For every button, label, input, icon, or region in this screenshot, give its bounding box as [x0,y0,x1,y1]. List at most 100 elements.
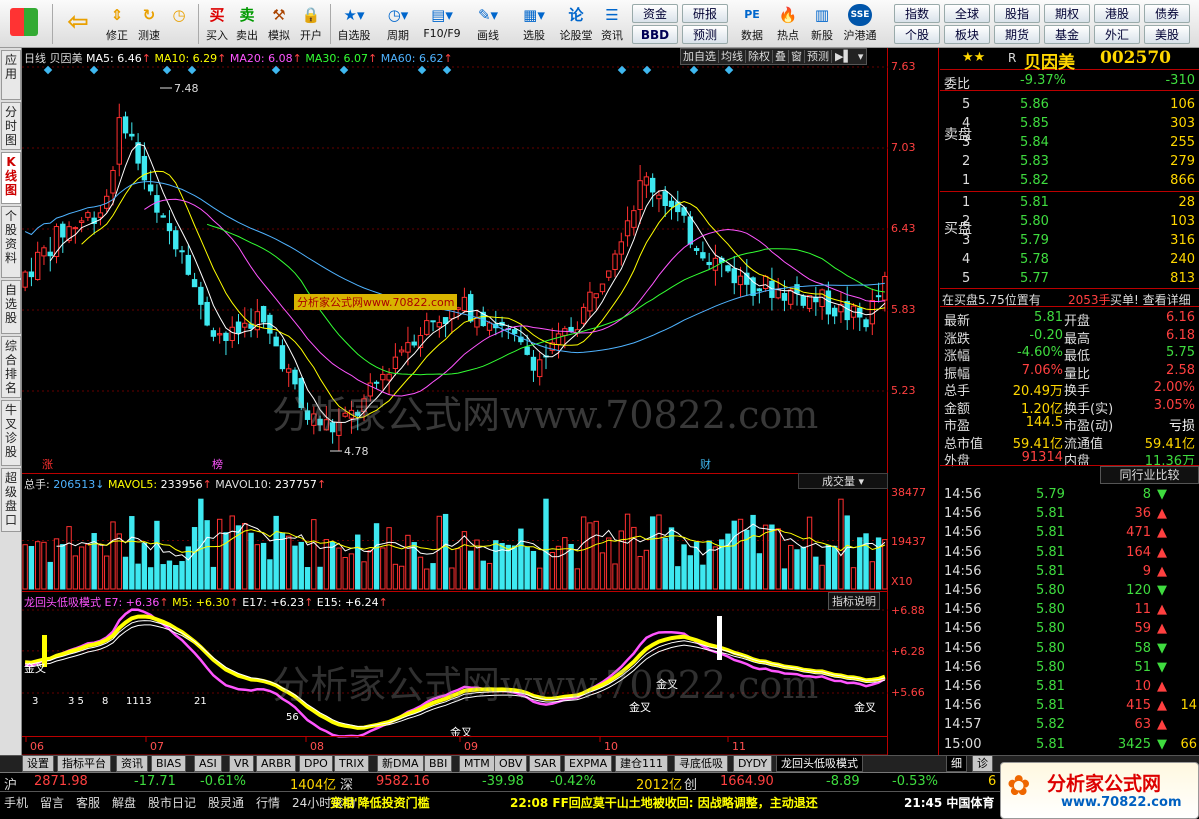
open-account-button[interactable]: 🔒 开户 [296,2,326,46]
forecast-button[interactable]: 预测 [805,50,832,63]
speed-test-button[interactable]: ↻ 测速 [134,2,164,46]
hot-button[interactable]: 🔥 热点 [772,2,804,46]
windows-logo-icon[interactable] [4,2,44,46]
new-stock-button[interactable]: ▥ 新股 [806,2,838,46]
back-arrow-icon[interactable]: ⇦ [60,2,96,46]
nav-hk-stocks[interactable]: 港股 [1094,4,1140,23]
sell-button[interactable]: 卖卖出 [232,2,262,46]
data-button[interactable]: PE 数据 [736,2,768,46]
sell-level-5[interactable]: 5 5.86 106 [940,96,1199,115]
buy-level-5[interactable]: 5 5.77 813 [940,270,1199,289]
candle-body [725,265,731,272]
tab-diagnosis[interactable]: 牛叉诊股 [1,400,21,466]
nav-sectors[interactable]: 板块 [944,25,990,44]
tab-apps[interactable]: 应用 [1,50,21,100]
tab-diagnose[interactable]: 诊 [972,756,993,772]
indicator-tab[interactable]: BBI [424,756,453,772]
tab-stock-profile[interactable]: 个股资料 [1,206,21,278]
status-item[interactable]: 股市日记 [148,794,196,811]
indicator-tab[interactable]: ASI [194,756,222,772]
nav-options[interactable]: 期权 [1044,4,1090,23]
status-item[interactable]: 解盘 [112,794,136,811]
nav-forex[interactable]: 外汇 [1094,25,1140,44]
chart-area[interactable]: 7.48 4.78 涨榜财金叉 金叉 金叉 金叉 金叉 3 3 5 8 1113 21 56 06 07 08… [22,48,888,755]
nav-us-stocks[interactable]: 美股 [1144,25,1190,44]
overlay-button[interactable]: 叠 [773,50,789,63]
ma-button[interactable]: 均线 [719,50,746,63]
nav-stocks[interactable]: 个股 [894,25,940,44]
volume-dropdown[interactable]: 成交量 ▾ [798,473,888,489]
status-item[interactable]: 股灵通 [208,794,244,811]
indicator-tab[interactable]: MTM [459,756,495,772]
indicator-tab[interactable]: 设置 [22,756,54,772]
indicator-tab[interactable]: SAR [529,756,562,772]
buy-level-2[interactable]: 2 5.80 103 [940,213,1199,232]
sell-level-3[interactable]: 3 5.84 255 [940,134,1199,153]
nav-forecast[interactable]: 预测 [682,25,728,44]
indicator-tab[interactable]: 指标平台 [57,756,111,772]
watchlist-button[interactable]: ★▾ 自选股 [334,2,374,46]
tab-kline[interactable]: K线图 [1,152,21,204]
hk-connect-button[interactable]: SSE 沪港通 [840,2,880,46]
news-ticker-2[interactable]: 22:08 FF回应莫干山土地被收回: 因战略调整，主动退还 [510,794,818,811]
queue-row[interactable]: 在买盘5.75位置有 2053手 买单! 查看详细 [940,288,1199,307]
indicator-tab[interactable]: 龙回头低吸模式 [776,756,863,772]
news-ticker-1[interactable]: 变相'降低投资门槛 [330,794,430,811]
tab-detail[interactable]: 细 [946,756,967,772]
simulate-button[interactable]: ⚒ 模拟 [264,2,294,46]
indicator-tab[interactable]: BIAS [151,756,187,772]
stock-picker-button[interactable]: ▦▾ 选股 [512,2,556,46]
clock-icon[interactable]: ◷ [164,2,194,46]
chevron-down-icon[interactable]: ▾ [855,50,867,63]
indicator-tab[interactable]: 新DMA [377,756,424,772]
nav-funds[interactable]: 资金 [632,4,678,23]
industry-compare-button[interactable]: 同行业比较 [1100,466,1199,484]
buy-level-3[interactable]: 3 5.79 316 [940,232,1199,251]
news-button[interactable]: ☰ 资讯 [596,2,628,46]
buy-level-4[interactable]: 4 5.78 240 [940,251,1199,270]
indicator-tab[interactable]: EXPMA [564,756,613,772]
nav-funds-market[interactable]: 基金 [1044,25,1090,44]
status-item[interactable]: 行情 [256,794,280,811]
indicator-tab[interactable]: DYDY [733,756,773,772]
status-item[interactable]: 手机 [4,794,28,811]
nav-futures-index[interactable]: 股指 [994,4,1040,23]
status-item[interactable]: 留言 [40,794,64,811]
status-item[interactable]: 客服 [76,794,100,811]
indicator-tab[interactable]: DPO [299,756,333,772]
expand-icon[interactable]: ▶▌ [832,50,855,63]
candle-body [286,368,292,373]
nav-futures[interactable]: 期货 [994,25,1040,44]
nav-bbd[interactable]: BBD [632,25,678,44]
f10-button[interactable]: ▤▾ F10/F9 [420,2,464,46]
tab-watchlist[interactable]: 自选股 [1,280,21,334]
indicator-tab[interactable]: 建仓111 [615,756,668,772]
tab-super-orderbook[interactable]: 超级盘口 [1,468,21,532]
indicator-tab[interactable]: OBV [494,756,528,772]
forum-button[interactable]: 论论股堂 [558,2,594,46]
nav-research[interactable]: 研报 [682,4,728,23]
nav-global[interactable]: 全球 [944,4,990,23]
ex-rights-button[interactable]: 除权 [746,50,773,63]
indicator-tab[interactable]: 资讯 [116,756,148,772]
indicator-help-button[interactable]: 指标说明 [828,592,880,610]
indicator-tab[interactable]: TRIX [334,756,370,772]
refresh-button[interactable]: ⇕ 修正 [100,2,134,46]
draw-line-button[interactable]: ✎▾ 画线 [468,2,508,46]
sell-level-1[interactable]: 1 5.82 866 [940,172,1199,191]
indicator-tab[interactable]: ARBR [256,756,297,772]
nav-index[interactable]: 指数 [894,4,940,23]
sell-level-4[interactable]: 4 5.85 303 [940,115,1199,134]
window-button[interactable]: 窗 [789,50,805,63]
tab-intraday[interactable]: 分时图 [1,102,21,150]
period-button[interactable]: ◷▾ 周期 [378,2,418,46]
news-ticker-3[interactable]: 21:45 中国体育 [904,794,994,811]
indicator-tab[interactable]: 寻底低吸 [674,756,728,772]
buy-button[interactable]: 买买入 [202,2,232,46]
tab-ranking[interactable]: 综合排名 [1,336,21,398]
indicator-tab[interactable]: VR [229,756,255,772]
nav-bonds[interactable]: 债券 [1144,4,1190,23]
buy-level-1[interactable]: 1 5.81 28 [940,194,1199,213]
add-watchlist-button[interactable]: 加自选 [681,50,719,63]
sell-level-2[interactable]: 2 5.83 279 [940,153,1199,172]
